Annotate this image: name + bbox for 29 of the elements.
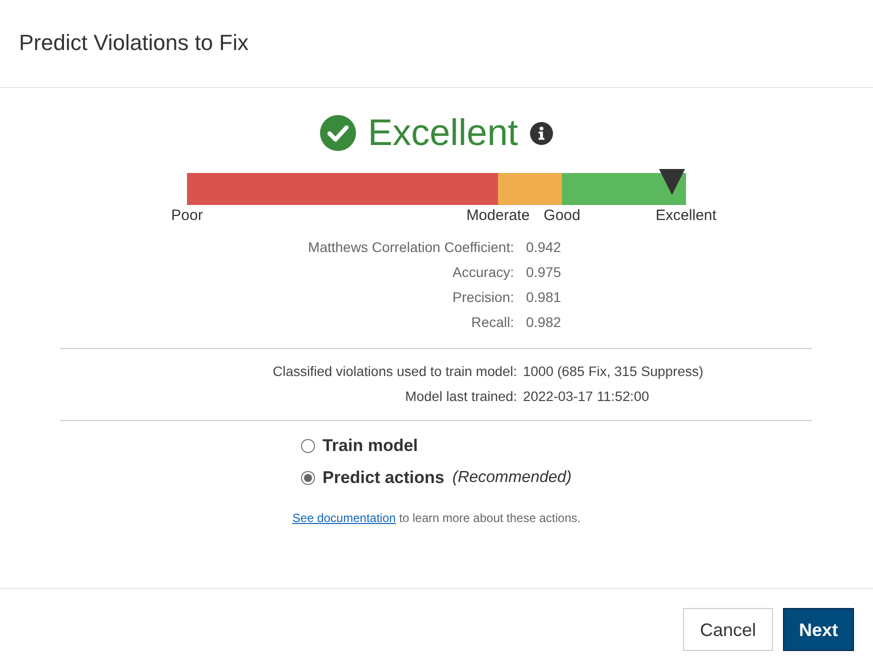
- cancel-button[interactable]: Cancel: [682, 608, 773, 651]
- metric-label: Precision:: [452, 288, 514, 307]
- rating-label: Excellent: [368, 115, 518, 151]
- metric-value: 0.981: [526, 288, 562, 307]
- scale-label: Moderate: [466, 207, 530, 225]
- option-note: (Recommended): [452, 468, 572, 488]
- scale-label: Poor: [171, 207, 203, 225]
- metric-label: Recall:: [471, 313, 514, 332]
- metric-value: 0.975: [526, 263, 562, 282]
- documentation-link[interactable]: See documentation: [292, 511, 396, 525]
- dialog-title: Predict Violations to Fix: [19, 30, 248, 57]
- scale-label: Good: [544, 207, 580, 225]
- metric-value: 0.942: [526, 238, 562, 257]
- radio-button[interactable]: [301, 471, 316, 485]
- help-text: See documentation to learn more about these actions.: [292, 510, 581, 526]
- next-button[interactable]: Next: [782, 608, 854, 651]
- scale-label: Excellent: [656, 207, 716, 225]
- metric-label: Matthews Correlation Coefficient:: [308, 238, 514, 257]
- info-label: Classified violations used to train model:: [272, 363, 517, 381]
- radio-button[interactable]: [301, 439, 316, 453]
- option-label[interactable]: Predict actions: [322, 465, 444, 491]
- info-value: 1000 (685 Fix, 315 Suppress): [523, 363, 704, 381]
- check-circle-icon: [320, 115, 356, 151]
- info-value: 2022-03-17 11:52:00: [523, 388, 650, 406]
- metric-label: Accuracy:: [452, 263, 514, 282]
- info-icon[interactable]: [530, 122, 554, 144]
- metric-value: 0.982: [526, 313, 562, 332]
- info-label: Model last trained:: [405, 388, 517, 406]
- option-label[interactable]: Train model: [322, 433, 418, 459]
